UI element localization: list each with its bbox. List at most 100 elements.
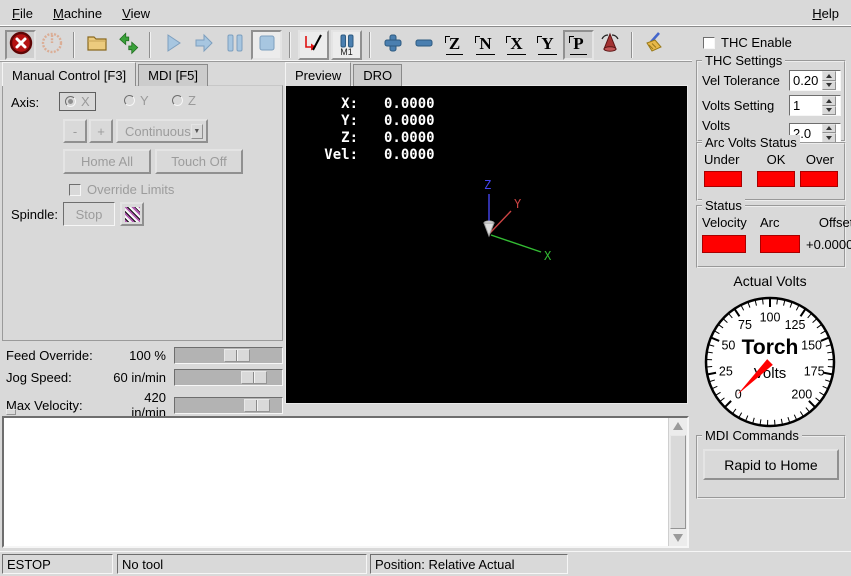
svg-text:150: 150 xyxy=(801,338,822,352)
preview-canvas[interactable]: X:0.0000 Y:0.0000 Z:0.0000 Vel:0.0000 Z … xyxy=(285,85,688,404)
slider-thumb[interactable] xyxy=(224,349,250,362)
spin-up-button[interactable] xyxy=(822,71,836,81)
view-y-button[interactable]: Y xyxy=(532,30,563,60)
max-velocity-slider[interactable] xyxy=(174,397,283,414)
arrow-down-icon xyxy=(673,534,683,542)
view-perspective-button[interactable]: P xyxy=(563,30,594,60)
spindle-stop-button[interactable]: Stop xyxy=(63,202,115,226)
override-limits-checkbox[interactable]: Override Limits xyxy=(69,182,174,197)
clear-plot-button[interactable] xyxy=(639,30,670,60)
stop-square-icon xyxy=(255,31,279,58)
menu-view[interactable]: View xyxy=(112,2,160,25)
jog-speed-slider[interactable] xyxy=(174,369,283,386)
menu-file[interactable]: File xyxy=(2,2,43,25)
radio-circle-icon xyxy=(172,95,183,106)
skip-lines-slash-icon xyxy=(302,31,326,58)
volts-setting-input[interactable] xyxy=(790,96,822,115)
thc-settings-group: THC Settings Vel Tolerance Volts Setting xyxy=(696,60,846,142)
zoom-in-button[interactable] xyxy=(377,30,408,60)
view-z-rotated-button[interactable]: N xyxy=(470,30,501,60)
volts-setting-label: Volts Setting xyxy=(702,98,789,113)
machine-power-button[interactable] xyxy=(36,30,67,60)
spindle-brake-button[interactable] xyxy=(120,202,144,226)
tab-dro[interactable]: DRO xyxy=(353,64,402,86)
dro-y-value: 0.0000 xyxy=(384,113,435,130)
reload-button[interactable] xyxy=(112,30,143,60)
pause-button[interactable] xyxy=(219,30,250,60)
feed-override-slider[interactable] xyxy=(174,347,283,364)
estop-status: ESTOP xyxy=(2,554,113,574)
scroll-up-button[interactable] xyxy=(669,418,687,434)
thc-enable-checkbox[interactable]: THC Enable xyxy=(703,35,792,50)
tab-preview[interactable]: Preview xyxy=(285,62,351,86)
tab-mdi[interactable]: MDI [F5] xyxy=(138,64,208,86)
optional-stop-m1-icon: M1 xyxy=(339,34,355,56)
gcode-listing[interactable] xyxy=(2,416,689,548)
zoom-out-button[interactable] xyxy=(408,30,439,60)
dro-vel-label: Vel: xyxy=(312,147,358,164)
arrow-down-icon xyxy=(826,83,832,87)
spin-down-button[interactable] xyxy=(822,106,836,116)
arrow-up-icon xyxy=(826,99,832,103)
z-axis-label: Z xyxy=(484,178,491,192)
menu-help[interactable]: Help xyxy=(802,2,849,25)
spin-down-button[interactable] xyxy=(822,81,836,91)
arc-volts-status-group: Arc Volts Status Under OK Over xyxy=(696,142,846,201)
jog-minus-button[interactable]: - xyxy=(63,119,87,143)
axis-radio-z[interactable]: Z xyxy=(167,92,201,109)
manual-control-panel: Manual Control [F3] MDI [F5] Axis: X Y Z… xyxy=(2,63,283,408)
ok-label: OK xyxy=(752,152,800,167)
axis-radio-x[interactable]: X xyxy=(59,92,96,111)
scrollbar-thumb[interactable] xyxy=(670,435,686,529)
vel-tolerance-input[interactable] xyxy=(790,71,822,90)
view-x-button[interactable]: X xyxy=(501,30,532,60)
jog-plus-button[interactable]: + xyxy=(89,119,113,143)
radio-circle-icon xyxy=(124,95,135,106)
slider-thumb[interactable] xyxy=(244,399,270,412)
checkbox-icon xyxy=(703,37,715,49)
slider-thumb[interactable] xyxy=(241,371,267,384)
manual-control-frame: Axis: X Y Z - + Continuous ▼ Home All To… xyxy=(2,85,283,341)
rapid-to-home-button[interactable]: Rapid to Home xyxy=(703,449,839,480)
gcode-scrollbar[interactable] xyxy=(668,418,687,546)
toolbar-separator xyxy=(631,32,633,58)
spin-arrows xyxy=(822,96,836,115)
spin-up-button[interactable] xyxy=(822,124,836,134)
over-indicator xyxy=(800,171,838,187)
touch-off-button[interactable]: Touch Off xyxy=(155,149,243,174)
step-button[interactable] xyxy=(188,30,219,60)
rotate-cone-icon xyxy=(598,31,622,58)
spin-arrows xyxy=(822,71,836,90)
tab-manual-control[interactable]: Manual Control [F3] xyxy=(2,62,136,86)
home-all-button[interactable]: Home All xyxy=(63,149,151,174)
stop-button[interactable] xyxy=(251,30,282,60)
menu-machine-label: Machine xyxy=(53,6,102,21)
open-file-button[interactable] xyxy=(81,30,112,60)
ok-indicator xyxy=(757,171,795,187)
m1-label: M1 xyxy=(340,48,353,56)
scroll-down-button[interactable] xyxy=(669,530,687,546)
menu-machine[interactable]: Machine xyxy=(43,2,112,25)
svg-text:100: 100 xyxy=(760,311,781,325)
skip-lines-toggle[interactable] xyxy=(298,30,329,60)
svg-text:0: 0 xyxy=(735,387,742,401)
run-button[interactable] xyxy=(157,30,188,60)
arrow-down-icon xyxy=(826,108,832,112)
view-z-button[interactable]: Z xyxy=(439,30,470,60)
torch-volts-gauge: 0255075100125150175200TorchVolts xyxy=(699,291,841,433)
spin-up-button[interactable] xyxy=(822,96,836,106)
optional-stop-m1-toggle[interactable]: M1 xyxy=(331,30,362,60)
toolbar-separator xyxy=(149,32,151,58)
pane-sash-grip[interactable] xyxy=(6,409,16,415)
jog-mode-select[interactable]: Continuous ▼ xyxy=(116,119,208,143)
under-label: Under xyxy=(704,152,752,167)
chevron-down-icon: ▼ xyxy=(191,124,203,139)
rotate-view-button[interactable] xyxy=(594,30,625,60)
position-mode-status: Position: Relative Actual xyxy=(370,554,568,574)
svg-text:175: 175 xyxy=(804,364,825,378)
feed-override-value: 100 % xyxy=(108,348,174,363)
estop-button[interactable] xyxy=(5,30,36,60)
axis-radio-y[interactable]: Y xyxy=(119,92,154,109)
feed-override-row: Feed Override: 100 % xyxy=(4,346,283,364)
arc-label: Arc xyxy=(760,215,806,230)
